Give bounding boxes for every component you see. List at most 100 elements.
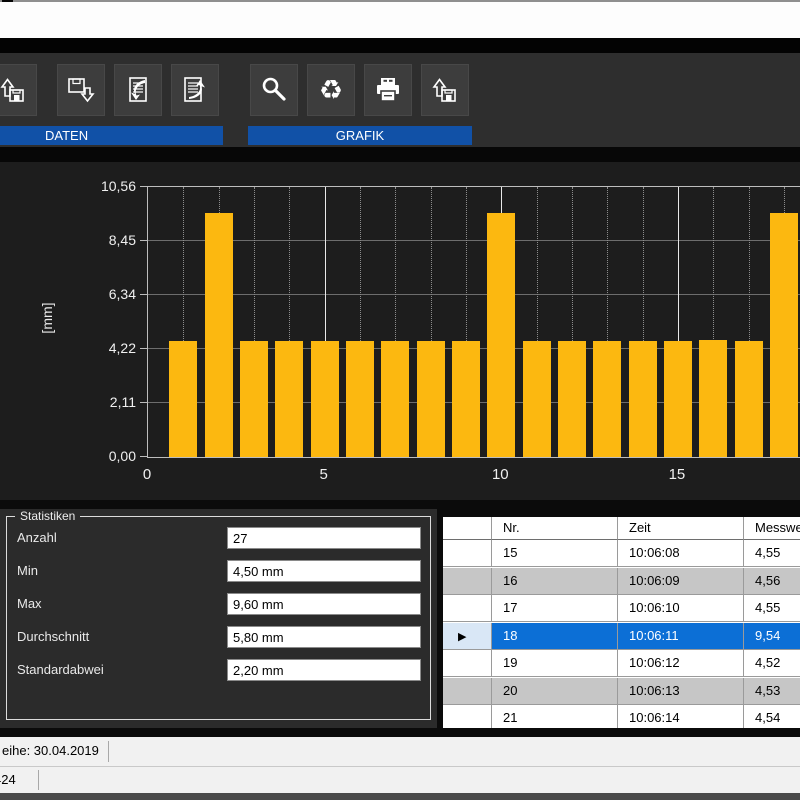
- y-tick-label: 0,00: [86, 448, 136, 464]
- printer-icon: [373, 75, 403, 105]
- cell-nr[interactable]: 21: [492, 705, 618, 728]
- cell-messwert[interactable]: 9,54: [744, 623, 800, 650]
- cell-nr[interactable]: 19: [492, 650, 618, 677]
- bar-11: [523, 341, 551, 457]
- min-field[interactable]: [227, 560, 421, 582]
- import-document-button[interactable]: [114, 64, 162, 116]
- export-document-button[interactable]: [171, 64, 219, 116]
- column-header-messwe[interactable]: Messwe: [744, 517, 800, 540]
- cell-nr[interactable]: 16: [492, 568, 618, 595]
- cell-nr[interactable]: 20: [492, 678, 618, 705]
- zoom-button[interactable]: [250, 64, 298, 116]
- bar-18: [770, 213, 798, 457]
- plot-area: [147, 186, 800, 458]
- standardabwei-label: Standardabwei: [17, 662, 104, 677]
- bar-5: [311, 341, 339, 457]
- y-tick-mark: [140, 348, 147, 349]
- standardabwei-field[interactable]: [227, 659, 421, 681]
- save-image-button[interactable]: [421, 64, 469, 116]
- floppy-up-icon: [430, 75, 460, 105]
- column-header-zeit[interactable]: Zeit: [618, 517, 744, 540]
- save-data-button[interactable]: [57, 64, 105, 116]
- y-tick-label: 8,45: [86, 232, 136, 248]
- row-selector-cell[interactable]: [443, 650, 492, 677]
- statusbar-date-text: eihe: 30.04.2019: [2, 737, 99, 765]
- bar-6: [346, 341, 374, 457]
- cell-messwert[interactable]: 4,56: [744, 568, 800, 595]
- bar-4: [275, 341, 303, 457]
- table-row-21[interactable]: 2110:06:144,54: [443, 705, 800, 728]
- row-selector-header: [443, 517, 492, 540]
- table-row-20[interactable]: 2010:06:134,53: [443, 678, 800, 705]
- row-selector-cell[interactable]: [443, 568, 492, 595]
- bar-7: [381, 341, 409, 457]
- row-selector-cell[interactable]: [443, 705, 492, 728]
- y-tick-mark: [140, 402, 147, 403]
- y-axis-title: [mm]: [39, 288, 59, 348]
- table-row-15[interactable]: 1510:06:084,55: [443, 540, 800, 567]
- cell-zeit[interactable]: 10:06:11: [618, 623, 744, 650]
- bar-1: [169, 341, 197, 457]
- anzahl-label: Anzahl: [17, 530, 57, 545]
- statusbar-separator: [38, 770, 39, 790]
- cell-nr[interactable]: 18: [492, 623, 618, 650]
- cell-messwert[interactable]: 4,55: [744, 540, 800, 567]
- floppy-up-icon: [0, 75, 28, 105]
- table-row-16[interactable]: 1610:06:094,56: [443, 568, 800, 595]
- print-button[interactable]: [364, 64, 412, 116]
- min-label: Min: [17, 563, 38, 578]
- recycle-icon: ♻: [319, 77, 343, 104]
- statusbar-line1: eihe: 30.04.2019: [0, 737, 800, 767]
- column-header-nr[interactable]: Nr.: [492, 517, 618, 540]
- cell-messwert[interactable]: 4,55: [744, 595, 800, 622]
- measurement-table[interactable]: Nr.ZeitMesswe1510:06:084,551610:06:094,5…: [443, 517, 800, 728]
- bar-13: [593, 341, 621, 457]
- magnifier-icon: [259, 75, 289, 105]
- statusbar-separator: [108, 741, 109, 762]
- y-tick-label: 2,11: [86, 394, 136, 410]
- bar-16: [699, 340, 727, 457]
- row-selector-cell[interactable]: [443, 678, 492, 705]
- anzahl-field[interactable]: [227, 527, 421, 549]
- document-import-icon: [123, 75, 153, 105]
- y-tick-mark: [140, 186, 147, 187]
- cell-messwert[interactable]: 4,54: [744, 705, 800, 728]
- gridline-horizontal: [148, 240, 800, 241]
- row-selector-cell[interactable]: ▶: [443, 623, 492, 650]
- max-field[interactable]: [227, 593, 421, 615]
- bar-9: [452, 341, 480, 457]
- bar-17: [735, 341, 763, 457]
- row-selector-cell[interactable]: [443, 540, 492, 567]
- table-row-19[interactable]: 1910:06:124,52: [443, 650, 800, 677]
- separator-bar-mid: [0, 147, 800, 162]
- cell-nr[interactable]: 17: [492, 595, 618, 622]
- bar-14: [629, 341, 657, 457]
- bar-12: [558, 341, 586, 457]
- load-data-button[interactable]: [0, 64, 37, 116]
- cell-nr[interactable]: 15: [492, 540, 618, 567]
- title-strip: [0, 2, 800, 38]
- table-row-18[interactable]: ▶1810:06:119,54: [443, 623, 800, 650]
- cell-zeit[interactable]: 10:06:12: [618, 650, 744, 677]
- cell-zeit[interactable]: 10:06:08: [618, 540, 744, 567]
- cell-zeit[interactable]: 10:06:09: [618, 568, 744, 595]
- toolbar: ♻: [0, 53, 800, 162]
- separator-bar-top: [0, 38, 800, 53]
- cell-zeit[interactable]: 10:06:13: [618, 678, 744, 705]
- y-tick-mark: [140, 456, 147, 457]
- statistics-title: Statistiken: [15, 509, 80, 523]
- x-tick-label: 5: [311, 466, 337, 483]
- durchschnitt-field[interactable]: [227, 626, 421, 648]
- cell-messwert[interactable]: 4,53: [744, 678, 800, 705]
- statistics-panel: Statistiken Anzahl Min Max Durchschnitt …: [0, 509, 437, 728]
- table-row-17[interactable]: 1710:06:104,55: [443, 595, 800, 622]
- y-tick-mark: [140, 240, 147, 241]
- refresh-button[interactable]: ♻: [307, 64, 355, 116]
- cell-messwert[interactable]: 4,52: [744, 650, 800, 677]
- x-tick-label: 10: [487, 466, 513, 483]
- cell-zeit[interactable]: 10:06:14: [618, 705, 744, 728]
- bar-8: [417, 341, 445, 457]
- cell-zeit[interactable]: 10:06:10: [618, 595, 744, 622]
- bar-2: [205, 213, 233, 457]
- row-selector-cell[interactable]: [443, 595, 492, 622]
